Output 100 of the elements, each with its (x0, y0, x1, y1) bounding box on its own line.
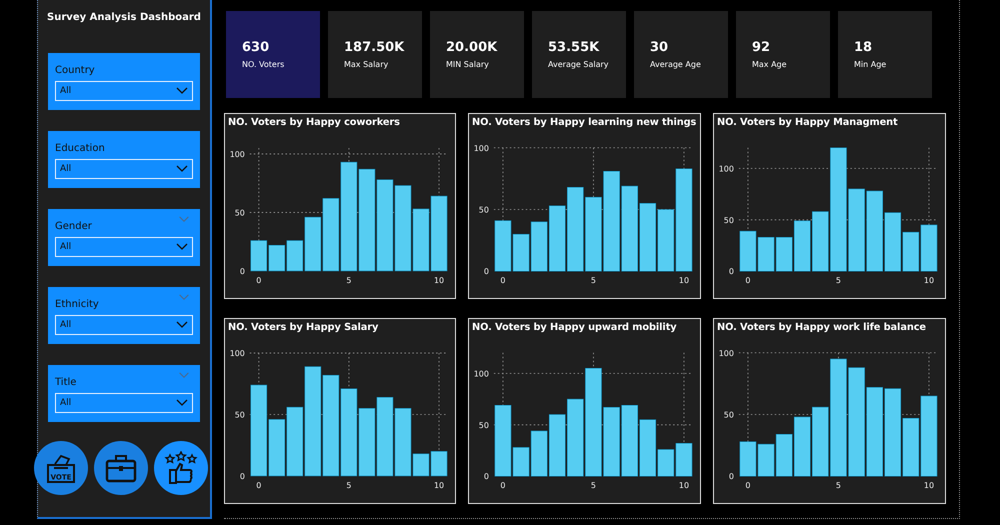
bar (512, 234, 530, 272)
axis-label: 10 (434, 276, 444, 285)
axis-label: 100 (718, 348, 734, 358)
nav-button[interactable] (94, 441, 148, 495)
axis-label: 0 (484, 267, 489, 276)
axis-label: 5 (836, 276, 841, 286)
axis-label: 0 (745, 276, 750, 286)
dropdown[interactable]: All (55, 315, 193, 335)
bar (548, 414, 566, 476)
axis-label: 100 (718, 164, 734, 174)
axis-label: 100 (474, 369, 489, 378)
chart-title: NO. Voters by Happy learning new things (472, 116, 697, 129)
dashboard-title: Survey Analysis Dashboard (47, 12, 201, 23)
kpi-value: 53.55K (548, 40, 600, 55)
kpi-value: 630 (242, 40, 270, 55)
axis-label: 0 (240, 472, 245, 481)
bar (639, 203, 656, 272)
chevron-icon[interactable] (176, 321, 188, 329)
axis-label: 50 (724, 216, 734, 225)
dropdown[interactable]: All (55, 81, 193, 101)
chart-title: NO. Voters by Happy work life balance (717, 321, 927, 334)
bar (412, 208, 430, 272)
chevron-icon[interactable] (176, 87, 188, 95)
kpi-label: Max Salary (344, 60, 390, 69)
bar (358, 408, 376, 476)
axis-label: 10 (678, 481, 690, 490)
bar (548, 206, 566, 272)
axis-label: 0 (484, 472, 489, 482)
axis-label: 50 (478, 420, 489, 430)
kpi-label: Max Age (752, 60, 788, 69)
kpi-card[interactable]: 53.55K Average Salary (532, 11, 626, 98)
kpi-label: NO. Voters (242, 60, 286, 69)
axis-label: 0 (500, 481, 506, 490)
axis-label: 50 (478, 206, 489, 214)
kpi-card[interactable]: 30 Average Age (634, 11, 728, 98)
bar (794, 416, 811, 476)
axis-label: 10 (434, 480, 444, 490)
kpi-label: Average Salary (548, 60, 610, 69)
chart-title: NO. Voters by Happy upward mobility (472, 321, 678, 334)
filter-label: Education (55, 143, 105, 154)
kpi-label: Average Age (650, 60, 702, 69)
axis-label: 0 (745, 481, 750, 490)
axis-label: 100 (230, 349, 245, 358)
axis-label: 50 (234, 410, 245, 420)
filter-label: Country (55, 65, 95, 76)
axis-label: 100 (230, 150, 245, 159)
kpi-card[interactable]: 20.00K MIN Salary (430, 11, 524, 98)
kpi-value: 92 (752, 40, 772, 55)
bar (268, 244, 286, 272)
bar (676, 443, 692, 476)
kpi-value: 18 (854, 40, 874, 55)
axis-label: 0 (500, 276, 506, 286)
axis-label: 10 (678, 276, 690, 286)
axis-label: 0 (728, 267, 734, 276)
dropdown[interactable]: All (55, 159, 193, 179)
bar (740, 230, 756, 272)
bar (758, 237, 774, 272)
filter-label: Ethnicity (55, 299, 99, 310)
axis-label: 100 (474, 144, 489, 153)
chart-title: NO. Voters by Happy Managment (717, 116, 899, 129)
bar (494, 220, 512, 272)
axis-label: 0 (256, 276, 262, 285)
kpi-label: MIN Salary (446, 60, 490, 69)
filter-label: Title (55, 377, 76, 388)
kpi-card[interactable]: 187.50K Max Salary (328, 11, 422, 98)
axis-label: 5 (590, 481, 596, 490)
kpi-card[interactable]: 92 Max Age (736, 11, 830, 98)
axis-label: 50 (234, 208, 245, 218)
bar (430, 451, 448, 476)
axis-label: 0 (728, 472, 734, 482)
axis-label: 0 (240, 266, 245, 276)
kpi-value: 30 (650, 40, 670, 55)
chevron-icon[interactable] (176, 243, 188, 251)
nav-button[interactable] (154, 441, 208, 495)
bar (250, 240, 268, 272)
bar (920, 224, 938, 272)
bar (758, 444, 774, 476)
chevron-icon[interactable] (176, 399, 188, 407)
kpi-card[interactable]: 630 NO. Voters (226, 11, 320, 98)
axis-label: 0 (256, 480, 262, 490)
kpi-label: Min Age (854, 60, 888, 69)
thumbs-up-stars-icon (164, 451, 198, 485)
axis-label: 5 (590, 276, 596, 286)
axis-label: 5 (836, 481, 841, 490)
kpi-value: 187.50K (344, 40, 406, 55)
chart-title: NO. Voters by Happy coworkers (228, 116, 401, 129)
axis-label: 10 (924, 276, 934, 286)
axis-label: 5 (346, 276, 352, 285)
dropdown[interactable]: All (55, 237, 193, 257)
bar (740, 441, 756, 476)
chart-title: NO. Voters by Happy Salary (228, 321, 380, 334)
axis-label: 10 (924, 481, 934, 490)
filter-label: Gender (55, 221, 92, 232)
kpi-card[interactable]: 18 Min Age (838, 11, 932, 98)
kpi-value: 20.00K (446, 40, 498, 55)
chevron-icon[interactable] (176, 165, 188, 173)
dropdown[interactable]: All (55, 393, 193, 413)
axis-label: 5 (346, 480, 352, 490)
bar (621, 405, 638, 476)
bar (776, 434, 792, 476)
